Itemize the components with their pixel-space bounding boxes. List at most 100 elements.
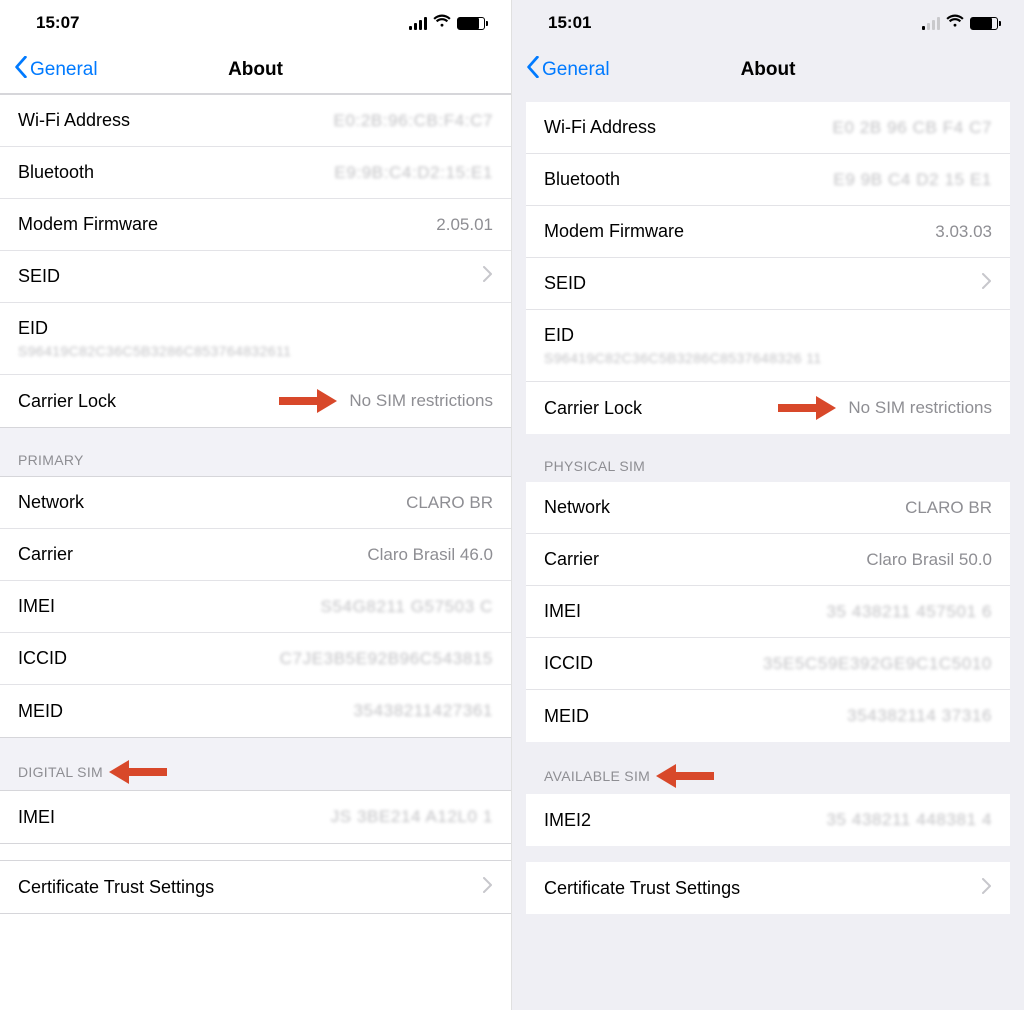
row-value: Claro Brasil 46.0 — [367, 545, 493, 565]
row-value: C7JE3B5E92B96C543815 — [280, 649, 493, 669]
row-label: IMEI — [18, 807, 55, 828]
back-button[interactable]: General — [14, 56, 98, 84]
row-label: Carrier — [544, 549, 599, 570]
row-label: Network — [544, 497, 610, 518]
row-value: S96419C82C36C5B3286C8537648326 11 — [544, 350, 992, 366]
digital-sim-section: IMEIJS 3BE214 A12L0 1 — [0, 790, 511, 844]
navbar: General About — [0, 46, 511, 94]
settings-row: ICCID C7JE3B5E92B96C543815 — [0, 633, 511, 685]
settings-row: MEID 354382114 37316 — [526, 690, 1010, 742]
row-label: IMEI — [18, 596, 55, 617]
chevron-left-icon — [14, 56, 28, 84]
row-label: Carrier — [18, 544, 73, 565]
settings-row[interactable]: SEID — [0, 251, 511, 303]
row-label: Bluetooth — [18, 162, 94, 183]
row-value: 35 438211 448381 4 — [826, 810, 992, 830]
settings-row: EID S96419C82C36C5B3286C853764832611 — [0, 303, 511, 375]
cellular-icon — [409, 16, 427, 30]
settings-row: MEID 35438211427361 — [0, 685, 511, 737]
settings-row: Carrier Lock No SIM restrictions — [0, 375, 511, 427]
about-top-section: Wi-Fi Address E0 2B 96 CB F4 C7 Bluetooth E… — [526, 102, 1010, 434]
annotation-arrow-icon — [778, 398, 838, 418]
primary-sim-section: NetworkCLARO BR Carrier Claro Brasil 46.0 I… — [0, 476, 511, 738]
battery-icon — [970, 17, 998, 30]
chevron-right-icon — [483, 266, 493, 287]
status-time: 15:07 — [36, 13, 79, 33]
settings-row: Bluetooth E9 9B C4 D2 15 E1 — [526, 154, 1010, 206]
row-value: E0 2B 96 CB F4 C7 — [833, 118, 993, 138]
row-value: E9 9B C4 D2 15 E1 — [833, 170, 992, 190]
row-value: E0:2B:96:CB:F4:C7 — [334, 111, 494, 131]
row-label: Wi-Fi Address — [544, 117, 656, 138]
navbar: General About — [512, 46, 1024, 94]
row-label: MEID — [544, 706, 589, 727]
cellular-icon — [922, 16, 940, 30]
settings-row: Modem Firmware 3.03.03 — [526, 206, 1010, 258]
status-bar: 15:07 — [0, 0, 511, 46]
row-value: S96419C82C36C5B3286C853764832611 — [18, 343, 493, 359]
cert-section: Certificate Trust Settings — [526, 862, 1010, 914]
status-time: 15:01 — [548, 13, 591, 33]
settings-row: IMEI2 35 438211 448381 4 — [526, 794, 1010, 846]
back-button[interactable]: General — [526, 56, 610, 84]
chevron-right-icon — [982, 878, 992, 899]
annotation-arrow-icon — [654, 766, 714, 786]
row-label: IMEI2 — [544, 810, 591, 831]
row-label: EID — [544, 325, 574, 346]
settings-row: Carrier Claro Brasil 50.0 — [526, 534, 1010, 586]
row-value: No SIM restrictions — [349, 391, 493, 411]
row-value: 35E5C59E392GE9C1C5010 — [763, 654, 992, 674]
row-label: Modem Firmware — [18, 214, 158, 235]
row-label: ICCID — [18, 648, 67, 669]
row-label: Bluetooth — [544, 169, 620, 190]
row-label: Carrier Lock — [544, 398, 642, 419]
row-label: MEID — [18, 701, 63, 722]
row-value: 3.03.03 — [935, 222, 992, 242]
wifi-icon — [946, 13, 964, 33]
section-header-digital-sim: DIGITAL SIM — [0, 738, 511, 790]
row-value: CLARO BR — [905, 498, 992, 518]
row-value: No SIM restrictions — [848, 398, 992, 418]
settings-row: Bluetooth E9:9B:C4:D2:15:E1 — [0, 147, 511, 199]
settings-row: NetworkCLARO BR — [0, 477, 511, 529]
settings-row: Carrier Lock No SIM restrictions — [526, 382, 1010, 434]
back-label: General — [542, 59, 610, 81]
chevron-right-icon — [483, 877, 493, 898]
settings-row: IMEI35 438211 457501 6 — [526, 586, 1010, 638]
settings-row: EID S96419C82C36C5B3286C8537648326 11 — [526, 310, 1010, 382]
settings-row: Modem Firmware 2.05.01 — [0, 199, 511, 251]
row-label: Wi-Fi Address — [18, 110, 130, 131]
status-bar: 15:01 — [512, 0, 1024, 46]
row-value: 35438211427361 — [353, 701, 493, 721]
row-value: 2.05.01 — [436, 215, 493, 235]
certificate-trust-row[interactable]: Certificate Trust Settings — [526, 862, 1010, 914]
chevron-left-icon — [526, 56, 540, 84]
annotation-arrow-icon — [279, 391, 339, 411]
row-label: Network — [18, 492, 84, 513]
section-header-primary: PRIMARY — [0, 428, 511, 476]
row-value: Claro Brasil 50.0 — [866, 550, 992, 570]
row-label: SEID — [18, 266, 60, 287]
row-value: S54G8211 G57503 C — [321, 597, 493, 617]
chevron-right-icon — [982, 273, 992, 294]
settings-row: IMEI S54G8211 G57503 C — [0, 581, 511, 633]
back-label: General — [30, 59, 98, 81]
row-label: EID — [18, 318, 48, 339]
battery-icon — [457, 17, 485, 30]
annotation-arrow-icon — [107, 762, 167, 782]
phone-right: 15:01 General About Wi-Fi Address E0 2B 9… — [512, 0, 1024, 1010]
settings-row: ICCID 35E5C59E392GE9C1C5010 — [526, 638, 1010, 690]
certificate-trust-label: Certificate Trust Settings — [544, 878, 740, 899]
row-value: E9:9B:C4:D2:15:E1 — [334, 163, 493, 183]
settings-row: Wi-Fi Address E0:2B:96:CB:F4:C7 — [0, 95, 511, 147]
section-header-available-sim: AVAILABLE SIM — [512, 742, 1024, 794]
row-label: ICCID — [544, 653, 593, 674]
certificate-trust-label: Certificate Trust Settings — [18, 877, 214, 898]
row-label: Carrier Lock — [18, 391, 116, 412]
settings-row[interactable]: SEID — [526, 258, 1010, 310]
row-label: Modem Firmware — [544, 221, 684, 242]
certificate-trust-row[interactable]: Certificate Trust Settings — [0, 861, 511, 913]
section-header-physical-sim: PHYSICAL SIM — [512, 434, 1024, 482]
row-value: 354382114 37316 — [847, 706, 992, 726]
settings-row: Carrier Claro Brasil 46.0 — [0, 529, 511, 581]
